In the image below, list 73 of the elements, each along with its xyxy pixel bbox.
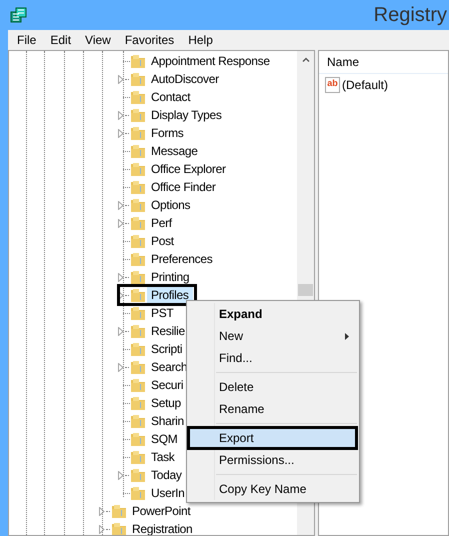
tree-item[interactable]: Perf — [147, 214, 176, 232]
scroll-up-icon[interactable] — [302, 57, 310, 62]
tree-item[interactable]: PST — [147, 304, 178, 322]
folder-icon — [130, 270, 146, 284]
context-menu-item[interactable]: Copy Key Name — [189, 478, 357, 500]
context-menu-item[interactable]: New — [189, 325, 357, 347]
context-menu-item[interactable]: Export — [189, 427, 357, 449]
folder-icon — [130, 378, 146, 392]
tree-item[interactable]: Message — [147, 142, 202, 160]
tree-item[interactable]: Office Explorer — [147, 160, 230, 178]
folder-icon — [130, 198, 146, 212]
folder-icon — [130, 486, 146, 500]
folder-icon — [130, 72, 146, 86]
folder-icon — [130, 126, 146, 140]
context-menu-item[interactable]: Permissions... — [189, 449, 357, 471]
menu-bar-item[interactable]: View — [78, 29, 118, 51]
value-name[interactable]: (Default) — [342, 76, 388, 94]
folder-icon — [130, 306, 146, 320]
folder-icon — [130, 144, 146, 158]
menu-bar-item[interactable]: Edit — [43, 29, 78, 51]
tree-item[interactable]: AutoDiscover — [147, 70, 223, 88]
window-title: Registry — [374, 3, 447, 28]
folder-icon — [130, 288, 146, 302]
folder-icon — [111, 504, 127, 518]
column-header[interactable]: Name — [327, 53, 360, 71]
tree-item[interactable]: Options — [147, 196, 194, 214]
registry-app-icon — [10, 7, 27, 23]
folder-icon — [130, 468, 146, 482]
context-menu-item[interactable]: Delete — [189, 376, 357, 398]
tree-item[interactable]: Resilie — [147, 322, 189, 340]
tree-item[interactable]: Contact — [147, 88, 194, 106]
folder-icon — [130, 54, 146, 68]
tree-item[interactable]: Sharin — [147, 412, 188, 430]
tree-item[interactable]: Setup — [147, 394, 185, 412]
scrollbar-thumb[interactable] — [298, 284, 313, 296]
folder-icon — [130, 396, 146, 410]
tree-item[interactable]: UserIn — [147, 484, 189, 502]
string-value-icon: ab — [325, 77, 340, 93]
folder-icon — [130, 342, 146, 356]
tree-item[interactable]: Task — [147, 448, 178, 466]
folder-icon — [130, 324, 146, 338]
folder-icon — [130, 216, 146, 230]
folder-icon — [130, 234, 146, 248]
menu-bar-item[interactable]: Help — [181, 29, 220, 51]
submenu-arrow-icon — [345, 332, 349, 340]
tree-item[interactable]: Scripti — [147, 340, 186, 358]
tree-item[interactable]: Post — [147, 232, 178, 250]
tree-item[interactable]: Printing — [147, 268, 194, 286]
tree-item[interactable]: SQM — [147, 430, 182, 448]
tree-item[interactable]: Preferences — [147, 250, 216, 268]
folder-icon — [130, 162, 146, 176]
menu-bar-item[interactable]: File — [10, 29, 44, 51]
folder-icon — [130, 180, 146, 194]
folder-icon — [130, 90, 146, 104]
tree-item[interactable]: Forms — [147, 124, 188, 142]
folder-icon — [130, 108, 146, 122]
folder-icon — [130, 252, 146, 266]
folder-icon — [130, 450, 146, 464]
expand-arrow-icon[interactable] — [118, 290, 124, 300]
tree-item[interactable]: Appointment Response — [147, 52, 274, 70]
context-menu-item[interactable]: Expand — [189, 303, 357, 325]
tree-item[interactable]: Today — [147, 466, 186, 484]
context-menu-item[interactable]: Rename — [189, 398, 357, 420]
folder-icon — [130, 360, 146, 374]
menu-bar-item[interactable]: Favorites — [118, 29, 182, 51]
folder-icon — [130, 432, 146, 446]
folder-icon — [111, 522, 127, 535]
tree-item[interactable]: Office Finder — [147, 178, 220, 196]
tree-item[interactable]: Securi — [147, 376, 188, 394]
folder-icon — [130, 414, 146, 428]
context-menu-item[interactable]: Find... — [189, 347, 357, 369]
tree-item[interactable]: PowerPoint — [128, 502, 194, 520]
tree-item[interactable]: Display Types — [147, 106, 226, 124]
